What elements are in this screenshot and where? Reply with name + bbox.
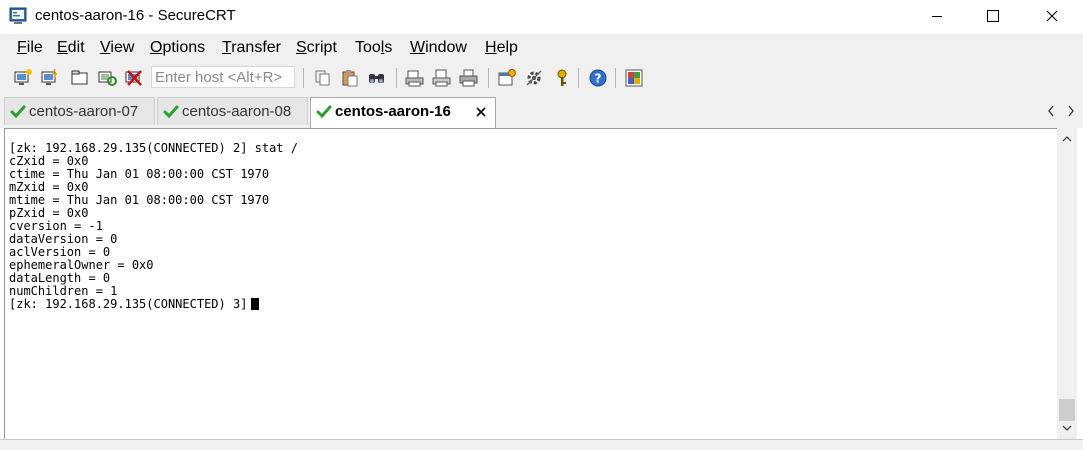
connect-icon[interactable] (13, 68, 33, 88)
terminal-view[interactable]: [zk: 192.168.29.135(CONNECTED) 2] stat /… (4, 128, 1057, 439)
toolbar: ? (0, 62, 1083, 94)
sftp-icon[interactable] (624, 68, 644, 88)
minimize-icon (932, 16, 942, 17)
menu-bar: File Edit View Options Transfer Script T… (0, 34, 1083, 62)
tab-scroll-left-icon[interactable] (1046, 104, 1056, 118)
enter-host-input[interactable] (151, 66, 295, 88)
tab-centos-aaron-07[interactable]: centos-aaron-07 (4, 97, 155, 125)
session-options-icon[interactable] (497, 68, 517, 88)
scroll-up-icon[interactable] (1061, 134, 1073, 144)
paste-icon[interactable] (340, 68, 360, 88)
connected-check-icon (10, 105, 26, 119)
menu-options[interactable]: Options (150, 39, 205, 57)
session-tab-bar: centos-aaron-07 centos-aaron-08 centos-a… (0, 94, 1083, 128)
toolbar-separator (578, 68, 579, 88)
menu-window[interactable]: Window (410, 39, 467, 57)
status-bar (0, 439, 1083, 450)
toolbar-separator (488, 68, 489, 88)
toolbar-separator (303, 68, 304, 88)
connect-in-tab-icon[interactable] (70, 68, 90, 88)
help-icon[interactable]: ? (588, 68, 608, 88)
keymap-icon[interactable] (552, 68, 572, 88)
copy-icon[interactable] (313, 68, 333, 88)
vertical-scrollbar[interactable] (1057, 128, 1077, 439)
find-icon[interactable] (367, 68, 387, 88)
terminal-prompt: [zk: 192.168.29.135(CONNECTED) 3] (9, 297, 248, 311)
tab-close-icon[interactable] (475, 106, 487, 118)
toolbar-separator (615, 68, 616, 88)
reconnect-icon[interactable] (97, 68, 117, 88)
print-screen-icon[interactable] (405, 68, 425, 88)
maximize-icon (987, 10, 999, 22)
tab-scroll-right-icon[interactable] (1066, 104, 1076, 118)
terminal-cursor (251, 298, 260, 310)
tab-label: centos-aaron-07 (29, 103, 139, 120)
tab-label: centos-aaron-16 (335, 103, 451, 120)
securecrt-app-icon (9, 7, 27, 24)
terminal-output: [zk: 192.168.29.135(CONNECTED) 2] stat /… (9, 129, 298, 337)
scroll-down-icon[interactable] (1061, 423, 1073, 433)
global-options-icon[interactable] (524, 68, 544, 88)
tab-centos-aaron-16[interactable]: centos-aaron-16 (310, 97, 496, 128)
print-selection-icon[interactable] (432, 68, 452, 88)
menu-file[interactable]: File (17, 39, 43, 57)
toolbar-separator (396, 68, 397, 88)
connected-check-icon (316, 105, 332, 119)
tab-centos-aaron-08[interactable]: centos-aaron-08 (157, 97, 308, 125)
scrollbar-thumb[interactable] (1059, 399, 1075, 421)
menu-help[interactable]: Help (485, 39, 518, 57)
close-button[interactable] (1029, 0, 1075, 32)
connected-check-icon (163, 105, 179, 119)
minimize-button[interactable] (914, 0, 960, 32)
menu-view[interactable]: View (100, 39, 134, 57)
title-bar: centos-aaron-16 - SecureCRT (0, 0, 1083, 34)
svg-text:?: ? (595, 72, 602, 86)
window-title: centos-aaron-16 - SecureCRT (35, 7, 236, 24)
menu-script[interactable]: Script (296, 39, 337, 57)
print-icon[interactable] (459, 68, 479, 88)
menu-tools[interactable]: Tools (355, 39, 392, 57)
menu-transfer[interactable]: Transfer (222, 39, 281, 57)
disconnect-icon[interactable] (124, 68, 144, 88)
quick-connect-icon[interactable] (40, 68, 60, 88)
terminal-prompt-line: [zk: 192.168.29.135(CONNECTED) 3] (9, 298, 298, 311)
close-icon (1046, 10, 1058, 22)
tab-label: centos-aaron-08 (182, 103, 292, 120)
maximize-button[interactable] (970, 0, 1016, 32)
menu-edit[interactable]: Edit (57, 39, 85, 57)
